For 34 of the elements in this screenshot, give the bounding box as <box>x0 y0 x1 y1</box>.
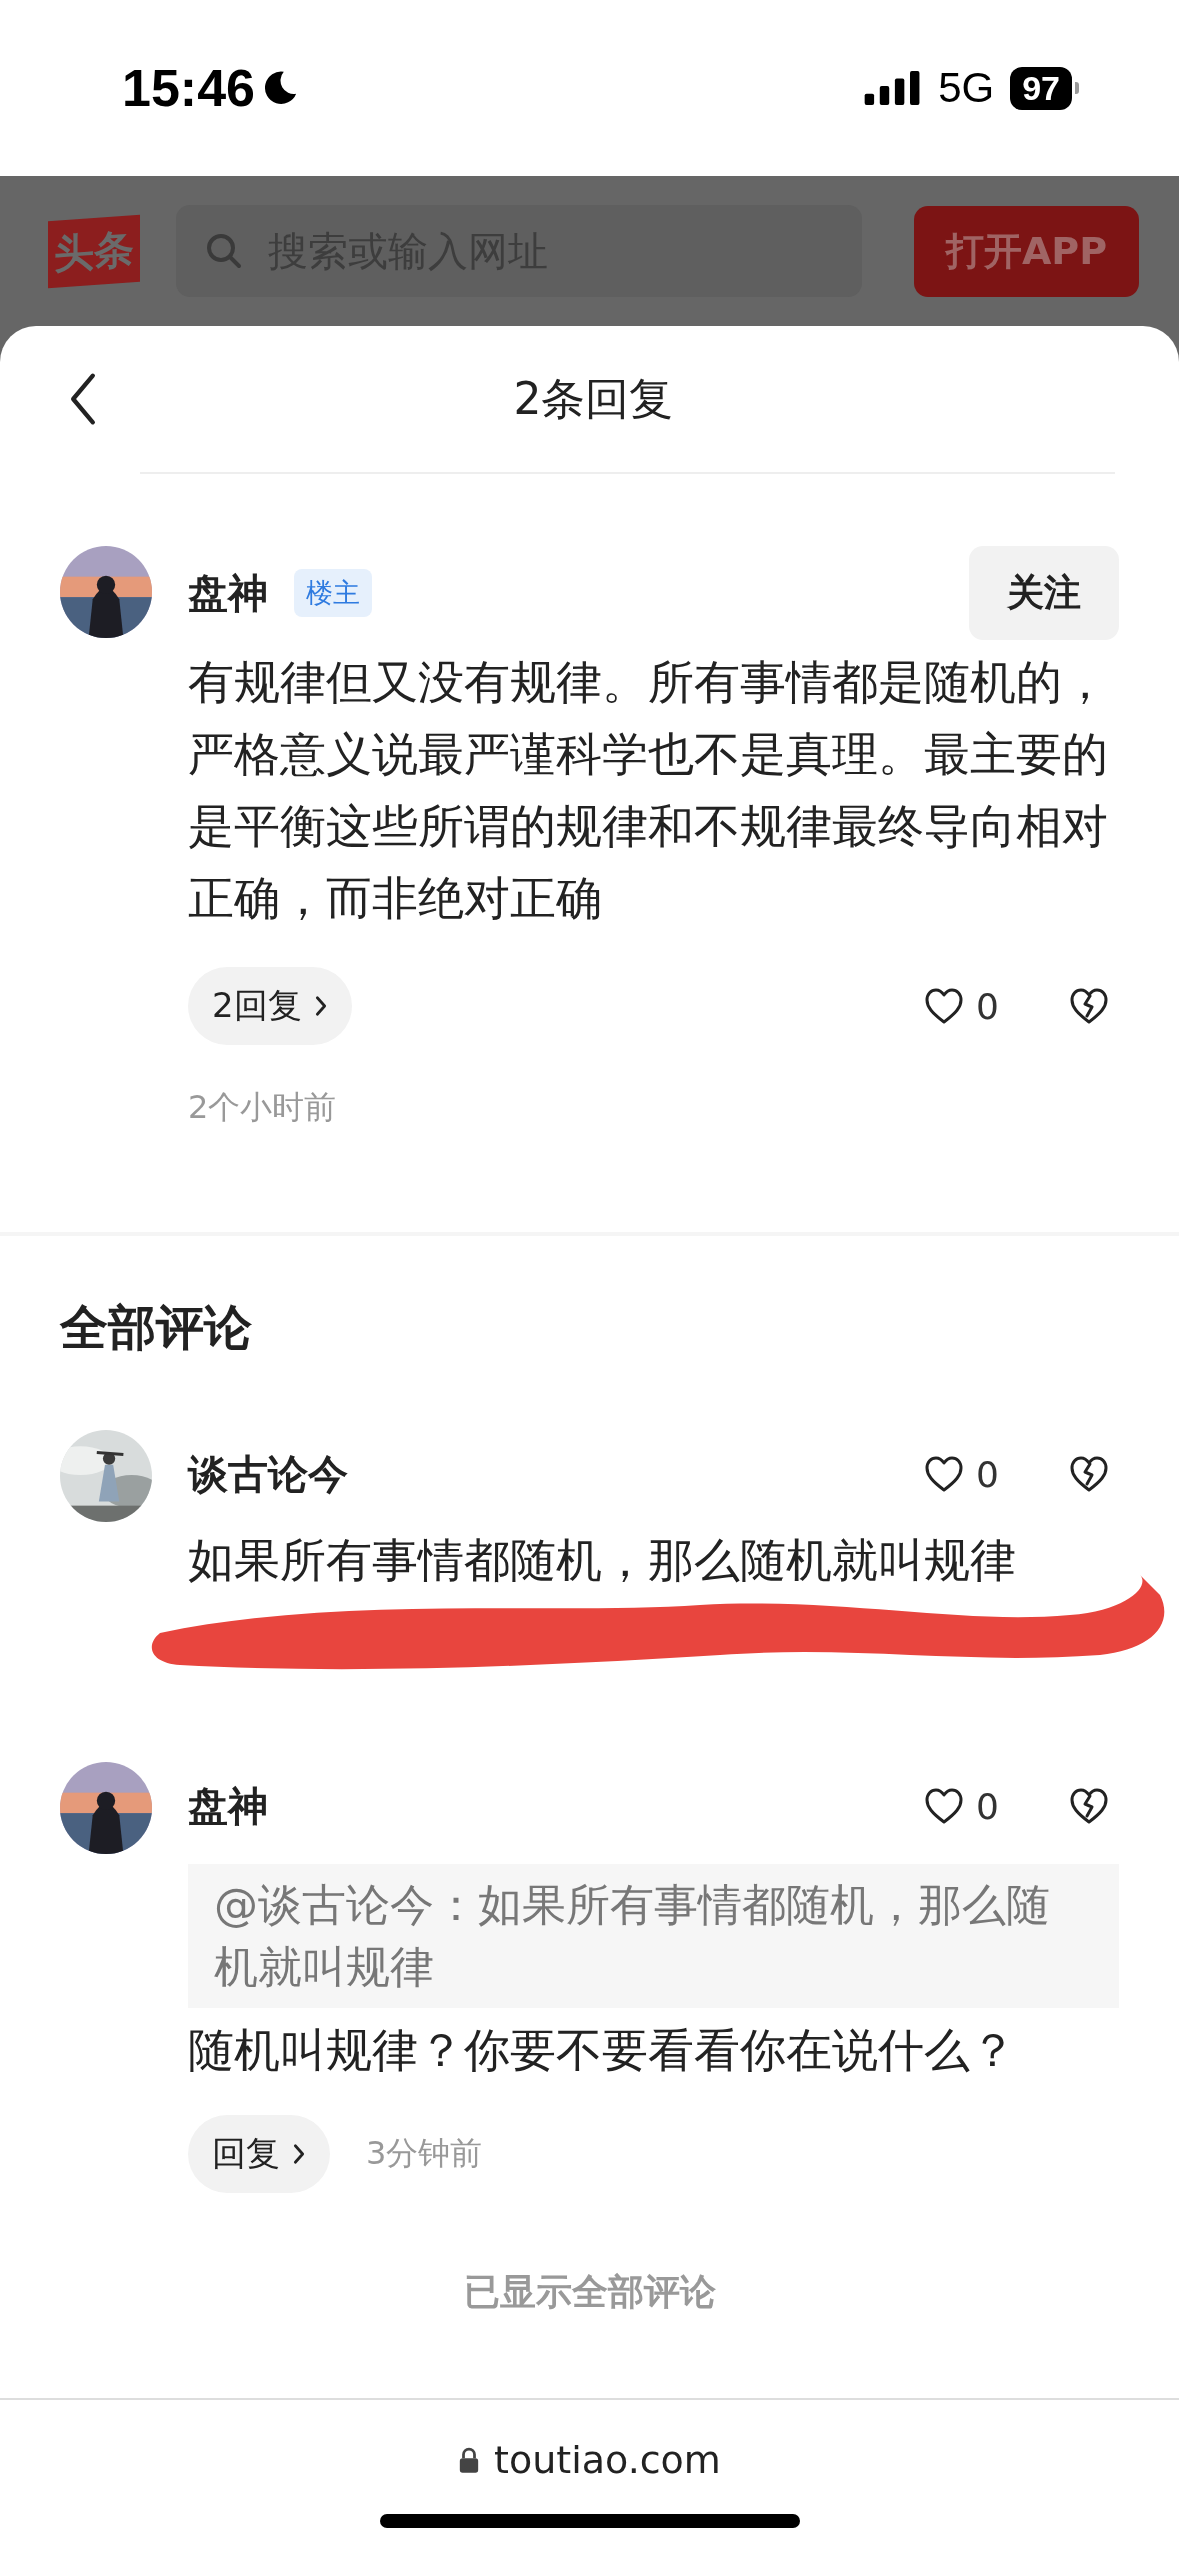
heart-icon[interactable] <box>924 1787 965 1825</box>
comment-text: 如果所有事情都随机，那么随机就叫规律 <box>188 1532 1017 1589</box>
like-count: 0 <box>976 1453 999 1495</box>
follow-button[interactable]: 关注 <box>969 546 1119 640</box>
battery-level: 97 <box>1010 66 1072 110</box>
like-count: 0 <box>976 985 999 1027</box>
section-heading: 全部评论 <box>58 1298 253 1357</box>
reply-button[interactable]: 回复 <box>188 2115 330 2193</box>
comment-text: 随机叫规律？你要不要看看你在说什么？ <box>188 2022 1017 2079</box>
author-name[interactable]: 盘神 <box>188 565 268 621</box>
lock-icon <box>458 2446 481 2474</box>
status-time: 15:46 <box>122 58 255 118</box>
search-icon <box>204 231 244 271</box>
comment-time: 2个小时前 <box>188 1087 338 1128</box>
comment-time: 3分钟前 <box>366 2133 483 2174</box>
end-of-comments-label: 已显示全部评论 <box>462 2270 717 2314</box>
chevron-icon <box>313 995 328 1017</box>
author-name[interactable]: 谈古论今 <box>188 1446 348 1502</box>
heart-icon[interactable] <box>924 987 965 1025</box>
network-label: 5G <box>938 64 995 112</box>
chevron-icon <box>292 2143 306 2165</box>
sheet-title: 2条回复 <box>512 371 675 426</box>
broken-heart-icon[interactable] <box>1069 1455 1109 1493</box>
address-url[interactable]: toutiao.com <box>494 2438 721 2482</box>
author-name[interactable]: 盘神 <box>188 1778 268 1834</box>
reply-button[interactable]: 2回复 <box>188 967 352 1045</box>
broken-heart-icon[interactable] <box>1069 1787 1109 1825</box>
comment-text: 有规律但又没有规律。所有事情都是随机的，严格意义说最严谨科学也不是真理。最主要的是平衡这些所谓的规律和不规律最终导向相对正确，而非绝对正确 <box>188 654 1109 927</box>
broken-heart-icon[interactable] <box>1069 987 1109 1025</box>
back-icon[interactable] <box>68 372 98 426</box>
owner-badge: 楼主 <box>294 569 372 617</box>
heart-icon[interactable] <box>924 1455 965 1493</box>
quoted-comment: @谈古论今：如果所有事情都随机，那么随机就叫规律 <box>188 1864 1119 2008</box>
like-count: 0 <box>976 1785 999 1827</box>
